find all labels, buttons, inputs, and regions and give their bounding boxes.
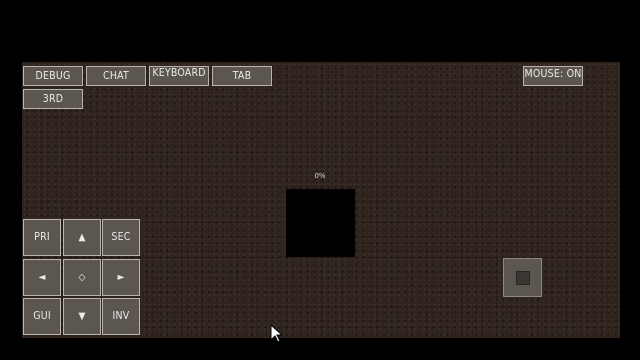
jump-center-button[interactable]: ◇ [63,259,101,296]
primary-action-label: PRI [34,231,50,243]
inventory-label: INV [112,310,130,322]
tab-button[interactable]: TAB [212,66,272,86]
arrow-right-icon: ► [117,272,125,283]
secondary-action-label: SEC [111,231,131,243]
third-person-button[interactable]: 3RD [23,89,83,109]
game-screen: DEBUG CHAT KEYBOARD TAB MOUSE: ON 3RD 0%… [0,0,640,360]
primary-action-button[interactable]: PRI [23,219,61,256]
secondary-action-button[interactable]: SEC [102,219,140,256]
move-right-button[interactable]: ► [102,259,140,296]
diamond-icon: ◇ [78,272,86,283]
chat-button[interactable]: CHAT [86,66,146,86]
move-left-button[interactable]: ◄ [23,259,61,296]
move-up-button[interactable]: ▲ [63,219,101,256]
move-down-button[interactable]: ▼ [63,298,101,335]
arrow-left-icon: ◄ [38,272,46,283]
arrow-up-icon: ▲ [78,232,86,243]
mouse-toggle-button[interactable]: MOUSE: ON [523,66,583,86]
look-joystick[interactable] [503,258,542,297]
debug-button[interactable]: DEBUG [23,66,83,86]
inventory-button[interactable]: INV [102,298,140,335]
gui-button[interactable]: GUI [23,298,61,335]
crosshair-label: 0% [314,172,326,180]
joystick-square-icon [515,270,530,285]
arrow-down-icon: ▼ [78,311,86,322]
center-view-square [286,189,355,257]
gui-label: GUI [33,310,51,322]
mouse-pointer-icon [270,324,284,343]
keyboard-button[interactable]: KEYBOARD [149,66,209,86]
